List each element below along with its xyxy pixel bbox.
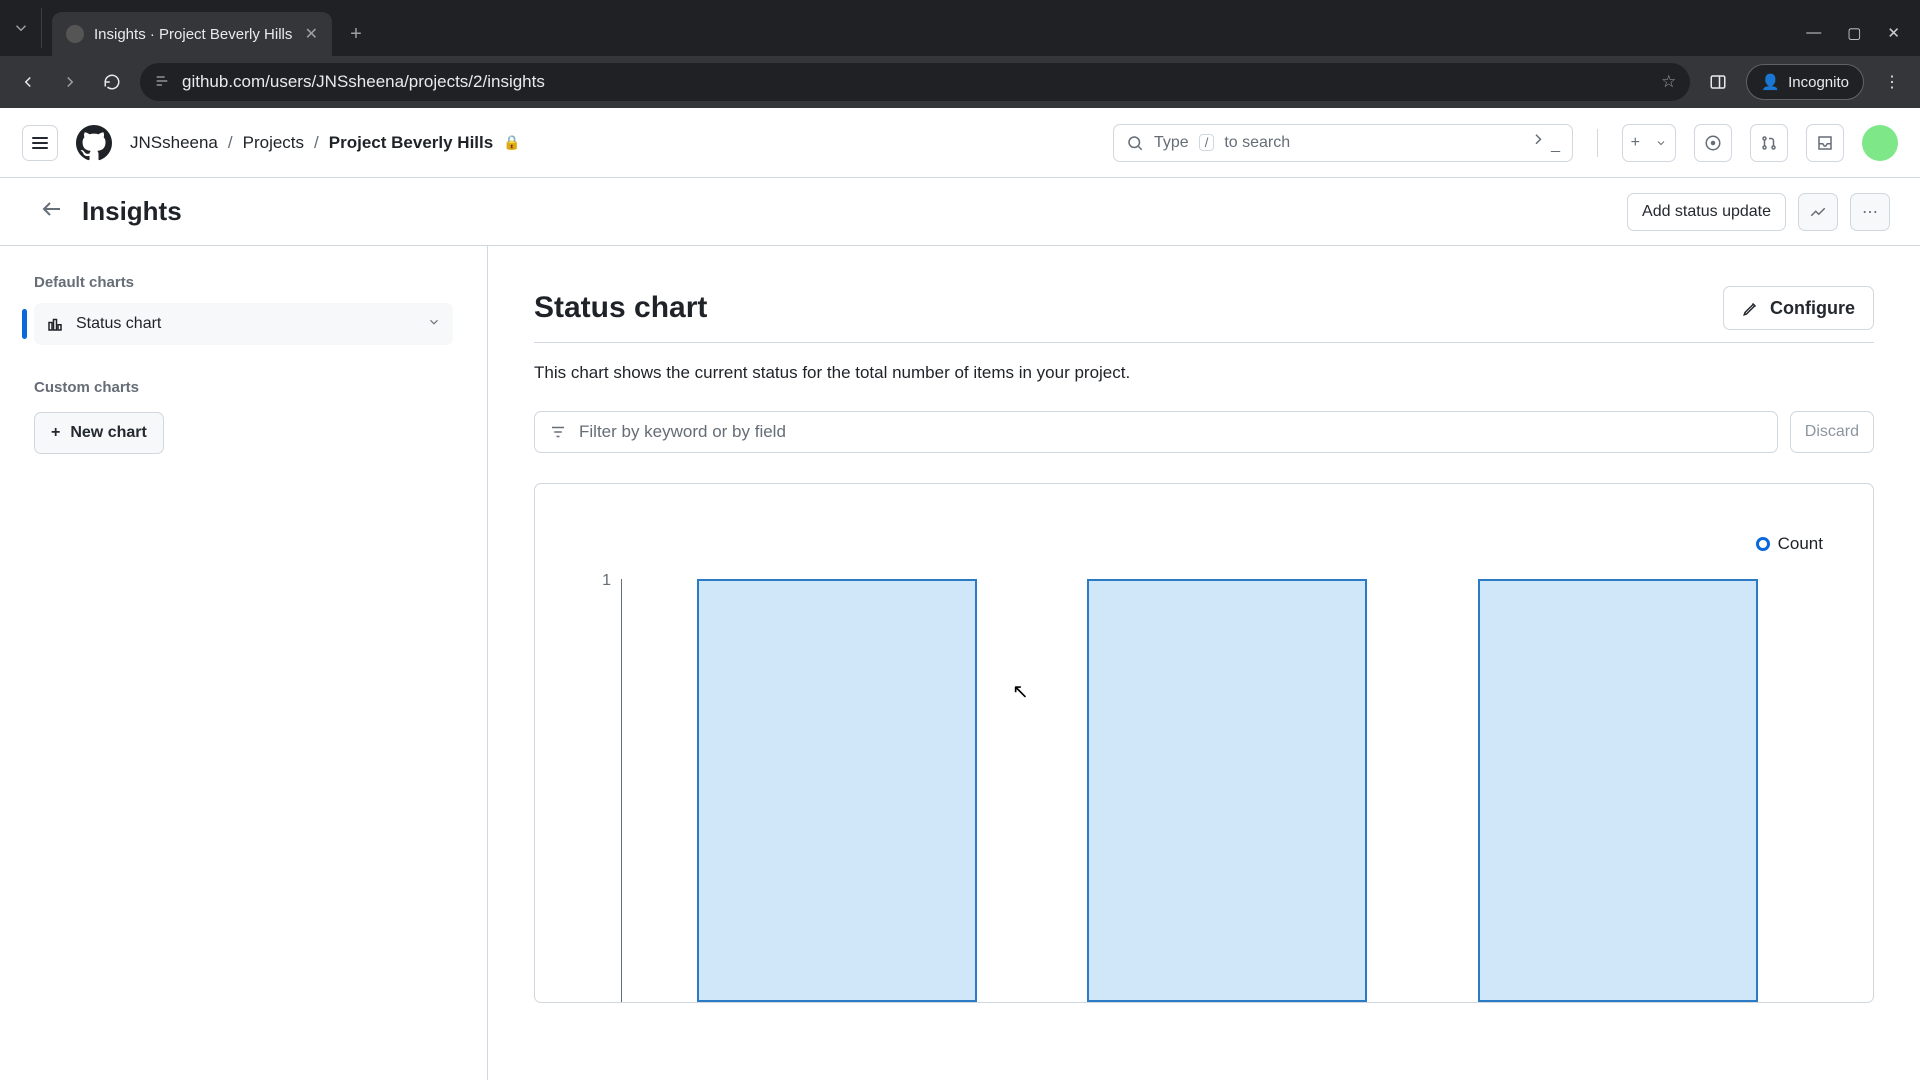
filter-icon [549, 423, 567, 441]
window-controls: — ▢ ✕ [1806, 24, 1920, 56]
insights-subheader: Insights Add status update ⋯ [0, 178, 1920, 246]
site-info-icon[interactable] [154, 73, 170, 92]
chart-bar[interactable] [1087, 579, 1367, 1002]
insights-main: Status chart Configure This chart shows … [488, 246, 1920, 1080]
chevron-down-icon [1655, 137, 1667, 149]
insights-body: Default charts Status chart Custom chart… [0, 246, 1920, 1080]
incognito-badge[interactable]: 👤 Incognito [1746, 64, 1864, 100]
breadcrumb-user[interactable]: JNSsheena [130, 133, 218, 153]
y-axis-tick: 1 [575, 524, 621, 1002]
maximize-icon[interactable]: ▢ [1847, 24, 1861, 42]
lock-icon: 🔒 [503, 134, 520, 151]
insights-sidebar: Default charts Status chart Custom chart… [0, 246, 488, 1080]
nav-forward-icon [56, 68, 84, 96]
user-avatar[interactable] [1862, 125, 1898, 161]
github-search-input[interactable]: Type / to search _ [1113, 124, 1573, 162]
url-text: github.com/users/JNSsheena/projects/2/in… [182, 72, 545, 92]
new-chart-label: New chart [70, 424, 146, 442]
new-chart-button[interactable]: + New chart [34, 412, 164, 454]
chart-bar[interactable] [697, 579, 977, 1002]
hamburger-icon [32, 137, 48, 149]
browser-tab-strip: Insights · Project Beverly Hills ✕ + — ▢… [0, 0, 1920, 56]
chevron-down-icon[interactable] [427, 315, 441, 334]
github-logo-icon[interactable] [76, 125, 112, 161]
legend-label: Count [1778, 534, 1823, 554]
sidebar-item-label: Status chart [76, 315, 161, 333]
chrome-menu-icon[interactable]: ⋮ [1878, 68, 1906, 96]
configure-button[interactable]: Configure [1723, 286, 1874, 330]
pull-requests-button[interactable] [1750, 124, 1788, 162]
discard-button[interactable]: Discard [1790, 411, 1874, 453]
incognito-icon: 👤 [1761, 73, 1780, 91]
configure-label: Configure [1770, 298, 1855, 319]
tab-title: Insights · Project Beverly Hills [94, 26, 292, 43]
command-palette-icon[interactable]: _ [1533, 131, 1560, 154]
add-status-update-button[interactable]: Add status update [1627, 193, 1786, 231]
favicon-icon [66, 25, 84, 43]
github-header: JNSsheena / Projects / Project Beverly H… [0, 108, 1920, 178]
inbox-button[interactable] [1806, 124, 1844, 162]
filter-input[interactable]: Filter by keyword or by field [534, 411, 1778, 453]
incognito-label: Incognito [1788, 74, 1849, 91]
breadcrumb-project-name[interactable]: Project Beverly Hills [329, 133, 493, 153]
chart-legend[interactable]: Count [1756, 534, 1823, 554]
issues-button[interactable] [1694, 124, 1732, 162]
bar-chart-icon [46, 315, 64, 333]
tab-search-dropdown[interactable] [0, 8, 42, 48]
pencil-icon [1742, 299, 1760, 317]
breadcrumb-projects[interactable]: Projects [243, 133, 304, 153]
side-panel-icon[interactable] [1704, 68, 1732, 96]
filter-placeholder: Filter by keyword or by field [579, 422, 786, 442]
search-key-hint: / [1199, 134, 1215, 151]
page-title: Insights [82, 196, 182, 227]
nav-back-icon[interactable] [14, 68, 42, 96]
create-new-dropdown[interactable]: + [1622, 124, 1676, 162]
sidebar-custom-charts-label: Custom charts [34, 379, 453, 396]
chart-bar[interactable] [1478, 579, 1758, 1002]
more-options-button[interactable]: ⋯ [1850, 193, 1890, 231]
breadcrumb-sep: / [228, 133, 233, 153]
close-window-icon[interactable]: ✕ [1887, 24, 1900, 42]
plus-icon: + [51, 424, 60, 442]
search-text-prefix: Type [1154, 134, 1189, 152]
new-tab-button[interactable]: + [338, 16, 374, 52]
browser-toolbar: github.com/users/JNSsheena/projects/2/in… [0, 56, 1920, 108]
sidebar-default-charts-label: Default charts [34, 274, 453, 291]
search-text-suffix: to search [1224, 134, 1290, 152]
plus-icon: + [1631, 134, 1640, 152]
header-separator [1597, 129, 1598, 157]
breadcrumb-sep: / [314, 133, 319, 153]
chart-title: Status chart [534, 291, 707, 325]
browser-tab-active[interactable]: Insights · Project Beverly Hills ✕ [52, 12, 332, 56]
page-content: JNSsheena / Projects / Project Beverly H… [0, 108, 1920, 1080]
tab-close-icon[interactable]: ✕ [305, 24, 318, 44]
chart-container: Count 1 [534, 483, 1874, 1003]
insights-graph-icon-button[interactable] [1798, 193, 1838, 231]
reload-icon[interactable] [98, 68, 126, 96]
minimize-icon[interactable]: — [1806, 24, 1821, 42]
bookmark-star-icon[interactable]: ☆ [1661, 72, 1676, 92]
search-icon [1126, 134, 1144, 152]
chart-description: This chart shows the current status for … [534, 363, 1874, 383]
sidebar-item-status-chart[interactable]: Status chart [34, 303, 453, 345]
back-arrow-icon[interactable] [40, 197, 64, 226]
chart-plot-area [621, 579, 1833, 1002]
address-bar[interactable]: github.com/users/JNSsheena/projects/2/in… [140, 63, 1690, 101]
legend-marker-icon [1756, 537, 1770, 551]
hamburger-menu-button[interactable] [22, 125, 58, 161]
breadcrumb: JNSsheena / Projects / Project Beverly H… [130, 133, 521, 153]
